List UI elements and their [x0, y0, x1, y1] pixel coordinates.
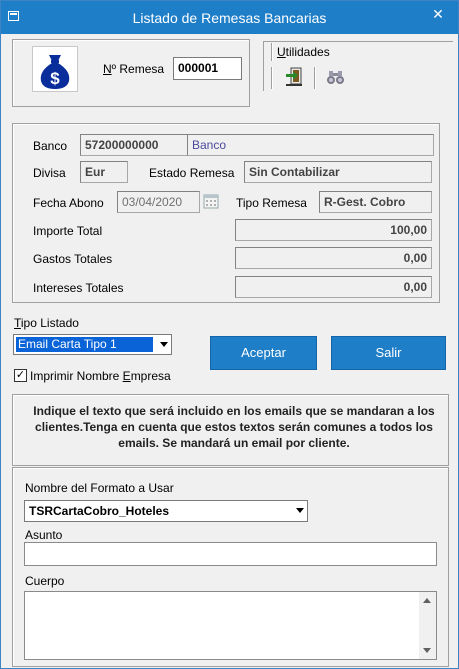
tipo-listado-value: Email Carta Tipo 1	[16, 337, 153, 352]
fecha-abono-field: 03/04/2020	[117, 191, 200, 213]
remesa-number-field[interactable]: 000001	[173, 57, 242, 80]
toolbar-grip	[271, 67, 273, 89]
fecha-abono-label: Fecha Abono	[33, 196, 104, 210]
remesa-label: Nº Remesa	[103, 62, 165, 76]
formato-label: Nombre del Formato a Usar	[25, 481, 174, 495]
gastos-totales-label: Gastos Totales	[33, 252, 113, 266]
banco-code-field: 57200000000	[80, 134, 188, 156]
utilidades-grip	[271, 43, 273, 61]
formato-value: TSRCartaCobro_Hoteles	[29, 504, 170, 518]
title-bar[interactable]: Listado de Remesas Bancarias ✕	[1, 1, 458, 34]
imprimir-nombre-label[interactable]: Imprimir Nombre Empresa	[30, 369, 171, 383]
divisa-field: Eur	[80, 161, 128, 183]
toolbar-separator	[314, 67, 316, 89]
intereses-totales-field: 0,00	[235, 276, 432, 298]
asunto-label: Asunto	[25, 528, 63, 542]
importe-total-label: Importe Total	[33, 224, 103, 238]
divisa-label: Divisa	[33, 166, 66, 180]
cuerpo-label: Cuerpo	[25, 574, 65, 588]
cuerpo-textarea[interactable]	[24, 591, 437, 660]
estado-field: Sin Contabilizar	[244, 161, 432, 183]
tipo-listado-select[interactable]: Email Carta Tipo 1	[13, 334, 172, 355]
formato-select[interactable]: TSRCartaCobro_Hoteles	[24, 500, 308, 522]
calendar-icon[interactable]	[203, 193, 219, 209]
exit-door-icon[interactable]	[282, 65, 306, 89]
importe-total-field: 100,00	[235, 219, 432, 241]
asunto-input[interactable]	[24, 542, 437, 566]
utilidades-menu[interactable]: Utilidades	[277, 45, 330, 59]
notice-text: Indique el texto que será incluido en lo…	[33, 404, 435, 450]
tipo-remesa-label: Tipo Remesa	[236, 196, 307, 210]
money-bag-icon: $	[32, 46, 78, 92]
tipo-remesa-field: R-Gest. Cobro	[319, 191, 432, 213]
banco-name-field: Banco	[187, 134, 434, 156]
svg-text:$: $	[50, 69, 60, 88]
close-icon[interactable]: ✕	[428, 5, 448, 23]
utilidades-top-line	[263, 41, 453, 42]
cuerpo-scrollbar[interactable]	[419, 592, 436, 659]
utilidades-left-line	[263, 41, 264, 91]
dialog-window: Listado de Remesas Bancarias ✕ $ Nº Reme…	[0, 0, 459, 669]
binoculars-icon[interactable]	[324, 65, 348, 89]
chevron-down-icon	[160, 342, 168, 347]
scroll-up-icon[interactable]	[423, 598, 431, 603]
gastos-totales-field: 0,00	[235, 247, 432, 269]
aceptar-button[interactable]: Aceptar	[210, 336, 317, 370]
estado-label: Estado Remesa	[149, 166, 235, 180]
banco-label: Banco	[33, 139, 68, 153]
chevron-down-icon	[296, 508, 304, 513]
salir-button[interactable]: Salir	[331, 336, 446, 370]
scroll-down-icon[interactable]	[423, 648, 431, 653]
tipo-listado-label: Tipo Listado	[14, 316, 79, 330]
window-title: Listado de Remesas Bancarias	[132, 10, 327, 26]
imprimir-nombre-checkbox[interactable]: ✓	[14, 369, 27, 382]
intereses-totales-label: Intereses Totales	[33, 281, 124, 295]
